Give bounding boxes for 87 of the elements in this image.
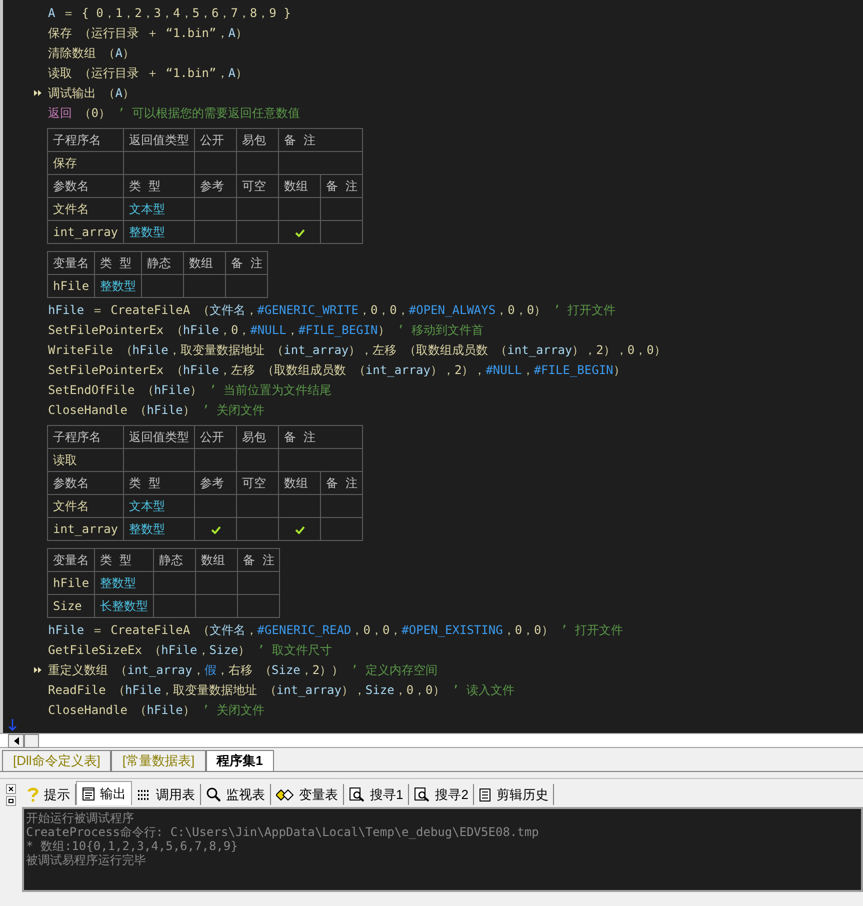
- code-line: hFile ＝ CreateFileA （文件名，#GENERIC_WRITE，0，0，#OPEN_ALWAYS，0，0） ’ 打开文件: [48, 302, 616, 319]
- table-cell: 整数型: [94, 572, 154, 594]
- code-line: 重定义数组 （int_array，假，右移 （Size，2）） ’ 定义内存空间: [48, 662, 438, 679]
- table-cell: 易包: [236, 128, 279, 152]
- panel-tab[interactable]: 输出: [76, 781, 132, 805]
- output-line: 被调试易程序运行完毕: [26, 853, 146, 867]
- table-cell: 文件名: [48, 494, 124, 518]
- table-cell: 数组: [184, 252, 226, 274]
- table-cell: 备 注: [278, 426, 363, 448]
- table-cell: 静态: [142, 252, 184, 274]
- table-cell: 类 型: [94, 548, 154, 572]
- table-cell: 返回值类型: [124, 426, 195, 448]
- code-line: 读取 （运行目录 ＋ “1.bin”，A）: [48, 65, 248, 82]
- code-line: A ＝ { 0，1，2，3，4，5，6，7，8，9 }: [48, 5, 291, 22]
- table-cell: 备 注: [226, 252, 268, 274]
- code-line: 清除数组 （A）: [48, 45, 134, 62]
- table-cell: 整数型: [124, 518, 195, 540]
- code-line: 返回 （0） ’ 可以根据您的需要返回任意数值: [48, 105, 300, 122]
- table-cell: 文本型: [124, 198, 195, 220]
- table-cell: 静态: [154, 548, 196, 572]
- code-line: GetFileSizeEx （hFile，Size） ’ 取文件尺寸: [48, 642, 332, 659]
- grid-icon: [137, 788, 151, 801]
- table-cell: 返回值类型: [124, 128, 195, 152]
- table-cell: 参考: [194, 472, 237, 494]
- table-cell: 参考: [194, 174, 237, 198]
- table-cell: 子程序名: [48, 426, 124, 448]
- document-icon: [82, 786, 95, 800]
- table-cell: 长整数型: [94, 594, 154, 618]
- table-cell: 类 型: [124, 174, 195, 198]
- table-cell: 文件名: [48, 198, 124, 220]
- table-cell: 数组: [278, 472, 321, 494]
- question-mark-icon: [27, 787, 39, 802]
- table-cell: 备 注: [320, 174, 363, 198]
- search-icon: [206, 787, 221, 802]
- table-cell: 类 型: [94, 252, 142, 274]
- table-cell: 公开: [194, 426, 237, 448]
- table-cell: 可空: [236, 472, 279, 494]
- code-line: SetEndOfFile （hFile） ’ 当前位置为文件结尾: [48, 382, 332, 399]
- code-line: 调试输出 （A）: [48, 85, 134, 102]
- table-cell: 变量名: [48, 548, 95, 572]
- output-line: * 数组:10{0,1,2,3,4,5,6,7,8,9}: [26, 839, 238, 853]
- table-cell: 整数型: [124, 220, 195, 244]
- code-line: ReadFile （hFile，取变量数据地址 （int_array），Size，0，0） ’ 读入文件: [48, 682, 514, 699]
- document-tab[interactable]: 程序集1: [206, 750, 274, 771]
- code-line: 保存 （运行目录 ＋ “1.bin”，A）: [48, 25, 248, 42]
- table-cell: 文本型: [124, 494, 195, 518]
- diamonds-icon: [276, 788, 294, 800]
- document-search-icon: [414, 787, 430, 802]
- table-cell: 整数型: [94, 274, 142, 298]
- table-cell: 数组: [278, 174, 321, 198]
- table-cell: 保存: [48, 152, 124, 174]
- code-line: SetFilePointerEx （hFile，左移 （取数组成员数 （int_array），2），#NULL，#FILE_BEGIN）: [48, 362, 626, 379]
- scroll-left-button[interactable]: [8, 734, 24, 748]
- code-line: CloseHandle （hFile） ’ 关闭文件: [48, 402, 265, 419]
- table-cell: 易包: [236, 426, 279, 448]
- table-cell: 备 注: [238, 548, 280, 572]
- table-cell: 参数名: [48, 174, 124, 198]
- table-cell: Size: [48, 594, 95, 618]
- down-arrow-icon: [8, 719, 17, 731]
- code-line: SetFilePointerEx （hFile，0，#NULL，#FILE_BEGIN） ’ 移动到文件首: [48, 322, 484, 339]
- table-cell: 子程序名: [48, 128, 124, 152]
- table-cell: 读取: [48, 448, 124, 472]
- code-line: hFile ＝ CreateFileA （文件名，#GENERIC_READ，0，0，#OPEN_EXISTING，0，0） ’ 打开文件: [48, 622, 623, 639]
- document-tab[interactable]: [Dll命令定义表]: [2, 750, 112, 771]
- table-cell: 参数名: [48, 472, 124, 494]
- scroll-thumb[interactable]: [24, 734, 39, 748]
- output-line: 开始运行被调试程序: [26, 811, 134, 825]
- left-arrow-icon: [14, 736, 18, 744]
- table-cell: int_array: [48, 518, 124, 540]
- document-tab[interactable]: [常量数据表]: [111, 750, 206, 771]
- table-cell: int_array: [48, 220, 124, 244]
- table-cell: 公开: [194, 128, 237, 152]
- table-cell: 变量名: [48, 252, 95, 274]
- table-cell: 可空: [236, 174, 279, 198]
- document-search-icon: [349, 787, 365, 802]
- table-cell: hFile: [48, 274, 95, 298]
- code-line: CloseHandle （hFile） ’ 关闭文件: [48, 702, 265, 719]
- close-icon[interactable]: [6, 784, 16, 794]
- output-line: CreateProcess命令行: C:\Users\Jin\AppData\Local\Temp\e_debug\EDV5E08.tmp: [26, 825, 539, 839]
- table-cell: 数组: [196, 548, 238, 572]
- table-cell: 备 注: [278, 128, 363, 152]
- table-cell: 备 注: [320, 472, 363, 494]
- table-cell: hFile: [48, 572, 95, 594]
- document-icon: [479, 788, 492, 802]
- code-line: WriteFile （hFile，取变量数据地址 （int_array），左移 （取数组成员数 （int_array），2），0，0）: [48, 342, 666, 359]
- restore-icon[interactable]: [6, 796, 16, 806]
- table-cell: 类 型: [124, 472, 195, 494]
